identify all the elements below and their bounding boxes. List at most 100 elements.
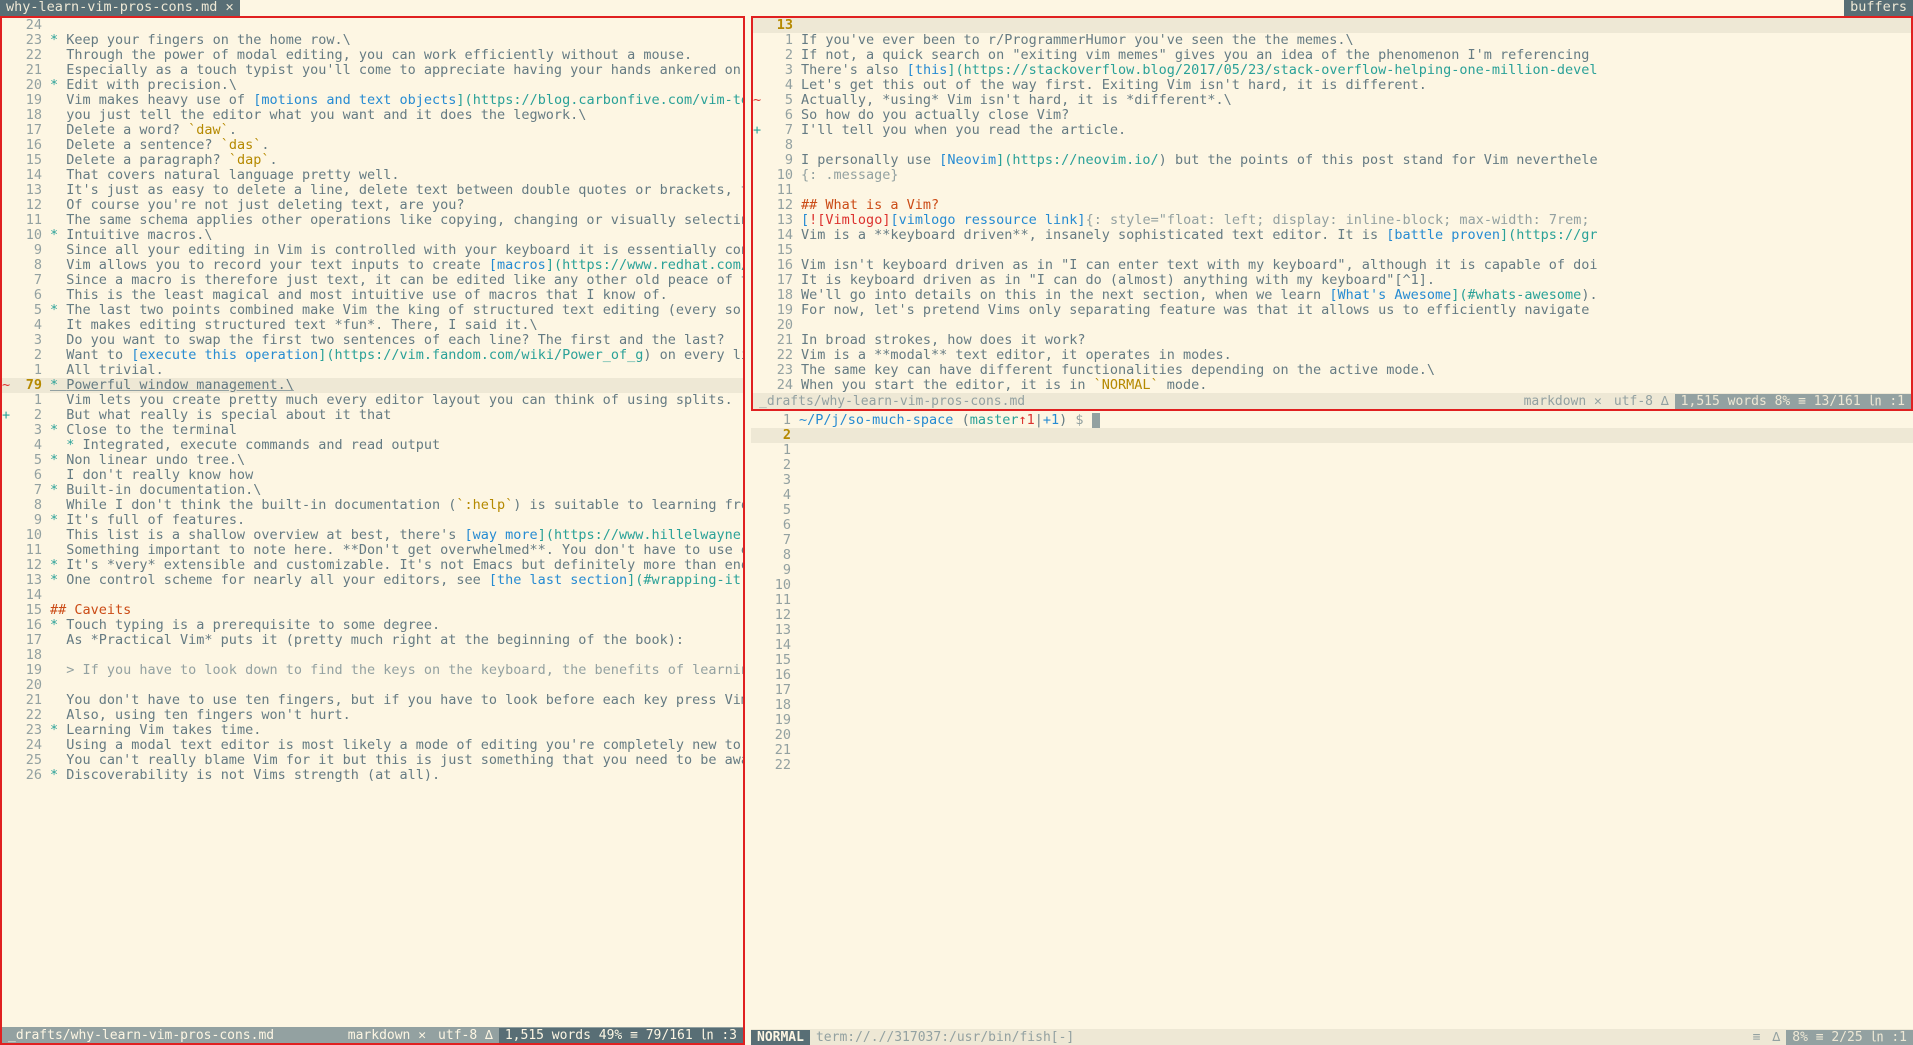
code-line[interactable]: 24 [2, 18, 743, 33]
tab-file[interactable]: why-learn-vim-pros-cons.md ✕ [0, 0, 240, 16]
right-bottom-pane[interactable]: 1~/P/j/so-much-space (master↑1|+1) $ 212… [751, 413, 1913, 1045]
code-line[interactable]: 22 Through the power of modal editing, y… [2, 48, 743, 63]
code-line[interactable]: 20 [2, 678, 743, 693]
code-line[interactable]: 1 Vim lets you create pretty much every … [2, 393, 743, 408]
code-line[interactable]: 17 As *Practical Vim* puts it (pretty mu… [2, 633, 743, 648]
code-line[interactable]: 8 While I don't think the built-in docum… [2, 498, 743, 513]
code-line[interactable]: 23* Learning Vim takes time. [2, 723, 743, 738]
code-line[interactable]: 4 * Integrated, execute commands and rea… [2, 438, 743, 453]
code-line[interactable]: 13 [753, 18, 1911, 33]
left-buffer[interactable]: 24 23* Keep your fingers on the home row… [2, 18, 743, 1027]
code-line[interactable]: 12## What is a Vim? [753, 198, 1911, 213]
code-line[interactable]: 19For now, let's pretend Vims only separ… [753, 303, 1911, 318]
code-line[interactable]: 13* One control scheme for nearly all yo… [2, 573, 743, 588]
code-line[interactable]: 20* Edit with precision.\ [2, 78, 743, 93]
code-line[interactable]: 24 Using a modal text editor is most lik… [2, 738, 743, 753]
code-line[interactable]: 1 All trivial. [2, 363, 743, 378]
code-line[interactable]: 18 you just tell the editor what you wan… [2, 108, 743, 123]
code-line[interactable]: 6 I don't really know how [2, 468, 743, 483]
terminal-line[interactable]: 12 [751, 608, 1913, 623]
terminal-line[interactable]: 7 [751, 533, 1913, 548]
terminal-line[interactable]: 20 [751, 728, 1913, 743]
code-line[interactable]: 10 This list is a shallow overview at be… [2, 528, 743, 543]
code-line[interactable]: 15 Delete a paragraph? `dap`. [2, 153, 743, 168]
code-line[interactable]: 23The same key can have different functi… [753, 363, 1911, 378]
code-line[interactable]: 9 Since all your editing in Vim is contr… [2, 243, 743, 258]
code-line[interactable]: 5* Non linear undo tree.\ [2, 453, 743, 468]
code-line[interactable]: 19 > If you have to look down to find th… [2, 663, 743, 678]
terminal-line[interactable]: 16 [751, 668, 1913, 683]
code-line[interactable]: ~79* Powerful window management.\ [2, 378, 743, 393]
code-line[interactable]: 12* It's *very* extensible and customiza… [2, 558, 743, 573]
code-line[interactable]: 21 You don't have to use ten fingers, bu… [2, 693, 743, 708]
code-line[interactable]: 11 The same schema applies other operati… [2, 213, 743, 228]
code-line[interactable]: 7 Since a macro is therefore just text, … [2, 273, 743, 288]
code-line[interactable]: ~5Actually, *using* Vim isn't hard, it i… [753, 93, 1911, 108]
code-line[interactable]: 20 [753, 318, 1911, 333]
code-line[interactable]: 2 Want to [execute this operation](https… [2, 348, 743, 363]
code-line[interactable]: 8 [753, 138, 1911, 153]
terminal-line[interactable]: 5 [751, 503, 1913, 518]
code-line[interactable]: 25 You can't really blame Vim for it but… [2, 753, 743, 768]
terminal-line[interactable]: 18 [751, 698, 1913, 713]
code-line[interactable]: 17It is keyboard driven as in "I can do … [753, 273, 1911, 288]
code-line[interactable]: 15 [753, 243, 1911, 258]
code-line[interactable]: +2 But what really is special about it t… [2, 408, 743, 423]
code-line[interactable]: 6So how do you actually close Vim? [753, 108, 1911, 123]
code-line[interactable]: 13[![Vimlogo][vimlogo ressource link]{: … [753, 213, 1911, 228]
code-line[interactable]: 18We'll go into details on this in the n… [753, 288, 1911, 303]
terminal-line[interactable]: 4 [751, 488, 1913, 503]
code-line[interactable]: 15## Caveits [2, 603, 743, 618]
terminal-line[interactable]: 2 [751, 428, 1913, 443]
terminal-line[interactable]: 19 [751, 713, 1913, 728]
shell-prompt[interactable]: ~/P/j/so-much-space (master↑1|+1) $ [799, 413, 1913, 428]
right-top-buffer[interactable]: 13 1If you've ever been to r/ProgrammerH… [753, 18, 1911, 393]
code-line[interactable]: 16Vim isn't keyboard driven as in "I can… [753, 258, 1911, 273]
code-line[interactable]: 14 [2, 588, 743, 603]
terminal-line[interactable]: 3 [751, 473, 1913, 488]
code-line[interactable]: 9I personally use [Neovim](https://neovi… [753, 153, 1911, 168]
code-line[interactable]: 16* Touch typing is a prerequisite to so… [2, 618, 743, 633]
left-pane[interactable]: 24 23* Keep your fingers on the home row… [0, 16, 745, 1045]
terminal-buffer[interactable]: 1~/P/j/so-much-space (master↑1|+1) $ 212… [751, 413, 1913, 1029]
code-line[interactable]: 18 [2, 648, 743, 663]
terminal-line[interactable]: 1~/P/j/so-much-space (master↑1|+1) $ [751, 413, 1913, 428]
code-line[interactable]: 19 Vim makes heavy use of [motions and t… [2, 93, 743, 108]
code-line[interactable]: 7* Built-in documentation.\ [2, 483, 743, 498]
code-line[interactable]: 10{: .message} [753, 168, 1911, 183]
code-line[interactable]: 12 Of course you're not just deleting te… [2, 198, 743, 213]
terminal-line[interactable]: 14 [751, 638, 1913, 653]
code-line[interactable]: 9* It's full of features. [2, 513, 743, 528]
code-line[interactable]: 26* Discoverability is not Vims strength… [2, 768, 743, 783]
code-line[interactable]: 22 Also, using ten fingers won't hurt. [2, 708, 743, 723]
code-line[interactable]: 14 That covers natural language pretty w… [2, 168, 743, 183]
code-line[interactable]: 1If you've ever been to r/ProgrammerHumo… [753, 33, 1911, 48]
code-line[interactable]: 17 Delete a word? `daw`. [2, 123, 743, 138]
code-line[interactable]: 21 Especially as a touch typist you'll c… [2, 63, 743, 78]
code-line[interactable]: 3 Do you want to swap the first two sent… [2, 333, 743, 348]
right-top-pane[interactable]: 13 1If you've ever been to r/ProgrammerH… [751, 16, 1913, 411]
code-line[interactable]: 23* Keep your fingers on the home row.\ [2, 33, 743, 48]
terminal-line[interactable]: 22 [751, 758, 1913, 773]
terminal-line[interactable]: 8 [751, 548, 1913, 563]
terminal-line[interactable]: 17 [751, 683, 1913, 698]
code-line[interactable]: 10* Intuitive macros.\ [2, 228, 743, 243]
code-line[interactable]: 16 Delete a sentence? `das`. [2, 138, 743, 153]
terminal-line[interactable]: 13 [751, 623, 1913, 638]
terminal-line[interactable]: 6 [751, 518, 1913, 533]
terminal-line[interactable]: 1 [751, 443, 1913, 458]
code-line[interactable]: 3There's also [this](https://stackoverfl… [753, 63, 1911, 78]
tab-buffers[interactable]: buffers [1844, 0, 1913, 16]
code-line[interactable]: 24When you start the editor, it is in `N… [753, 378, 1911, 393]
code-line[interactable]: 5* The last two points combined make Vim… [2, 303, 743, 318]
code-line[interactable]: 22Vim is a **modal** text editor, it ope… [753, 348, 1911, 363]
code-line[interactable]: 11 [753, 183, 1911, 198]
code-line[interactable]: +7I'll tell you when you read the articl… [753, 123, 1911, 138]
code-line[interactable]: 4Let's get this out of the way first. Ex… [753, 78, 1911, 93]
terminal-line[interactable]: 2 [751, 458, 1913, 473]
code-line[interactable]: 3* Close to the terminal [2, 423, 743, 438]
code-line[interactable]: 11 Something important to note here. **D… [2, 543, 743, 558]
terminal-line[interactable]: 11 [751, 593, 1913, 608]
terminal-line[interactable]: 15 [751, 653, 1913, 668]
code-line[interactable]: 14Vim is a **keyboard driven**, insanely… [753, 228, 1911, 243]
